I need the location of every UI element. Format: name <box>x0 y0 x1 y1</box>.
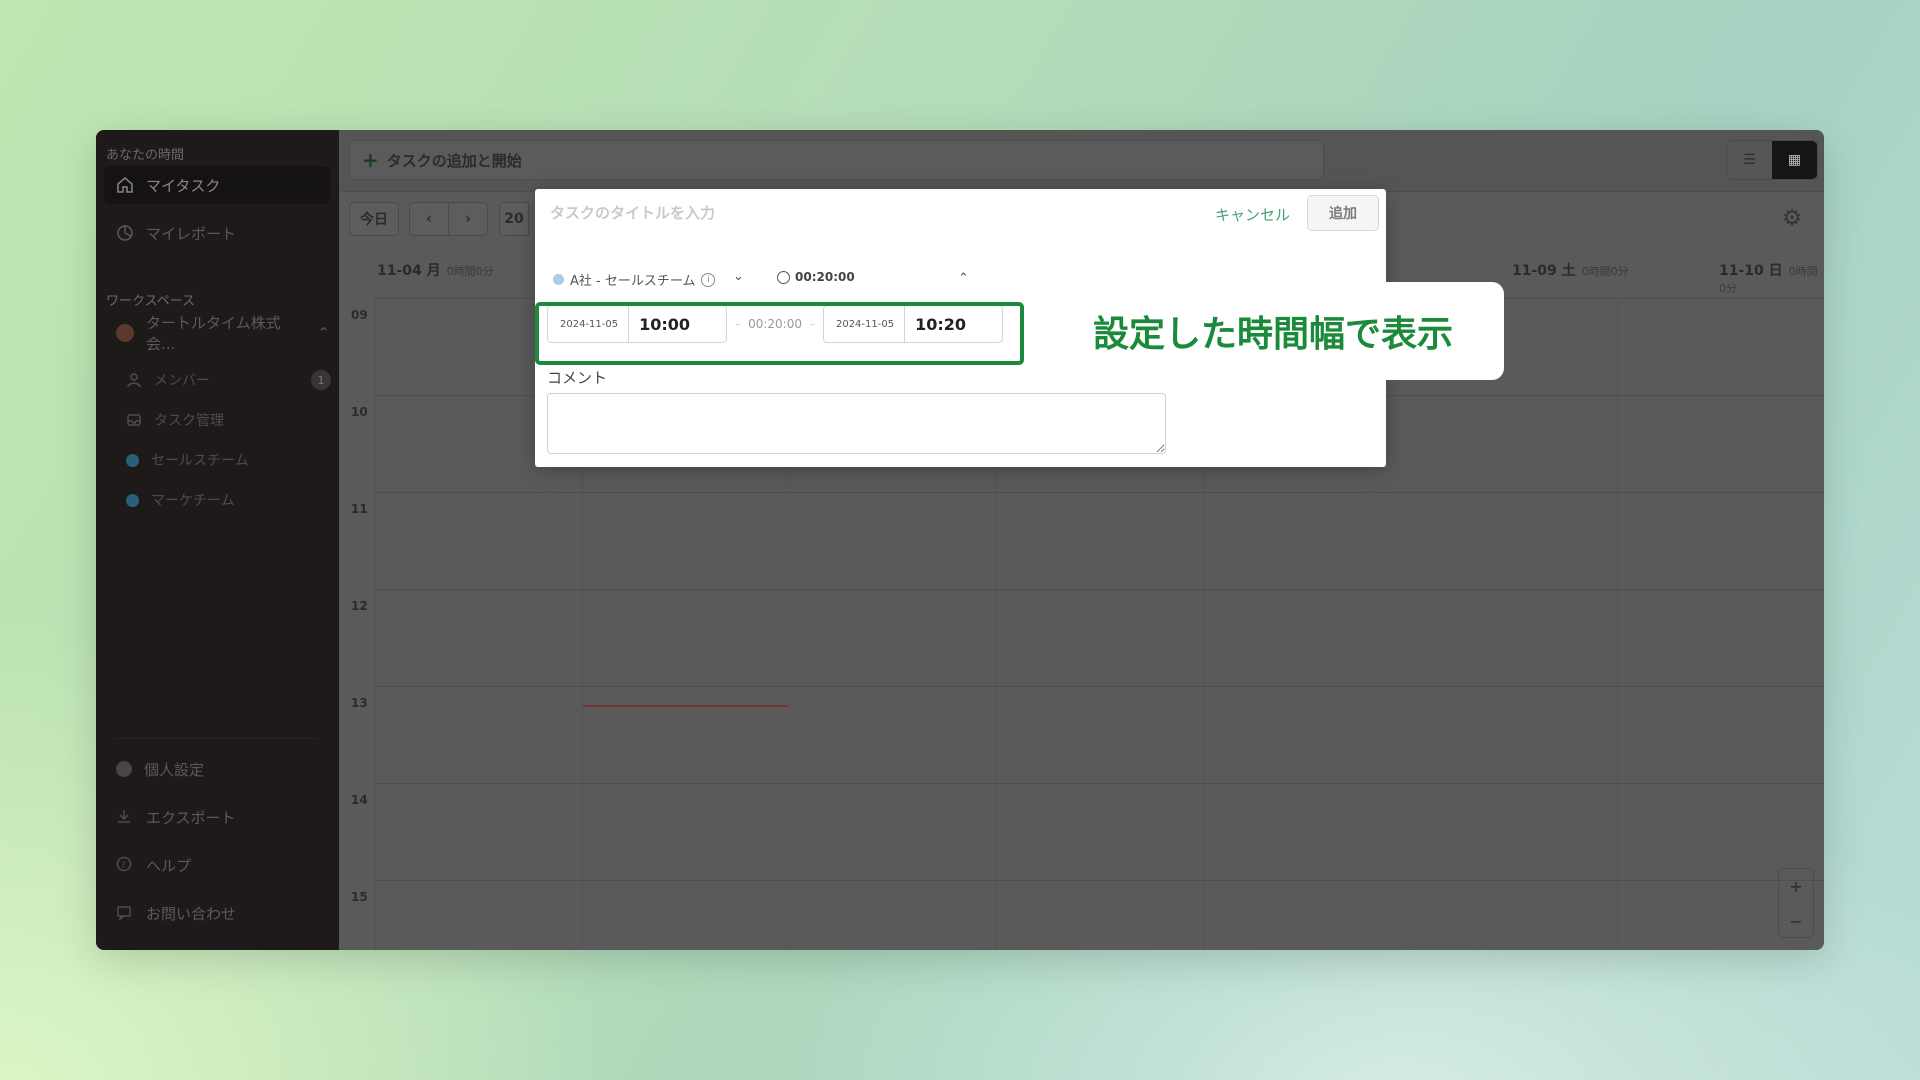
duration-display: 00:20:00 <box>777 270 855 284</box>
sidebar-item-label: お問い合わせ <box>146 904 237 923</box>
sidebar-item-team-sales[interactable]: セールスチーム <box>126 450 249 470</box>
topbar: + タスクの追加と開始 ☰ ▦ <box>339 130 1824 192</box>
hour-label: 14 <box>351 793 368 807</box>
sidebar-item-members[interactable]: メンバー 1 <box>126 370 331 390</box>
day-date: 11-10 日 <box>1719 263 1783 279</box>
sidebar-item-label: 個人設定 <box>144 760 205 779</box>
duration-value: 00:20:00 <box>795 270 855 284</box>
comment-textarea[interactable] <box>547 393 1166 454</box>
callout-annotation: 設定した時間幅で表示 <box>1042 282 1504 380</box>
your-time-label: あなたの時間 <box>106 148 185 163</box>
hour-label: 10 <box>351 405 368 419</box>
sidebar-item-label: タスク管理 <box>154 413 224 429</box>
list-view-icon[interactable]: ☰ <box>1727 141 1772 179</box>
sidebar-item-label: マイタスク <box>146 176 221 195</box>
workspace-name: タートルタイム株式会... <box>145 314 281 353</box>
members-count-badge: 1 <box>311 370 331 390</box>
hour-label: 13 <box>351 696 368 710</box>
workspace-label: ワークスペース <box>106 294 196 309</box>
grid-line <box>375 783 1824 784</box>
plus-icon: + <box>362 148 379 172</box>
sidebar-item-contact[interactable]: お問い合わせ <box>104 894 330 932</box>
calendar-view-icon[interactable]: ▦ <box>1772 141 1817 179</box>
message-icon <box>116 904 134 922</box>
prev-button[interactable]: ‹ <box>409 202 449 236</box>
team-color-icon <box>553 274 564 285</box>
sidebar-item-export[interactable]: エクスポート <box>104 798 330 836</box>
team-icon <box>126 493 139 507</box>
sidebar-item-label: エクスポート <box>146 808 236 827</box>
date-range-button[interactable]: 20 <box>499 202 529 236</box>
zoom-out-button[interactable]: − <box>1779 904 1813 939</box>
hour-label: 12 <box>351 599 368 613</box>
day-total: 0時間0分 <box>1581 265 1629 278</box>
help-icon: ? <box>116 856 134 874</box>
team-icon <box>126 453 139 467</box>
report-icon <box>116 224 134 242</box>
sidebar-item-my-tasks[interactable]: マイタスク <box>104 166 330 204</box>
gear-icon[interactable]: ⚙ <box>1782 206 1802 231</box>
sidebar-item-my-report[interactable]: マイレポート <box>104 214 330 252</box>
grid-line <box>375 492 1824 493</box>
sidebar-divider <box>116 738 316 739</box>
today-button[interactable]: 今日 <box>349 202 399 236</box>
day-header: 11-04 月 0時間0分 <box>377 260 494 280</box>
hour-label: 09 <box>351 308 368 322</box>
zoom-in-button[interactable]: + <box>1779 869 1813 904</box>
current-time-line <box>583 705 788 707</box>
sidebar-item-label: セールスチーム <box>151 453 249 469</box>
add-task-label: タスクの追加と開始 <box>386 151 522 170</box>
sidebar-item-label: マーケチーム <box>151 493 235 509</box>
sidebar-item-task-management[interactable]: タスク管理 <box>126 410 224 430</box>
user-icon <box>126 372 142 388</box>
sidebar: あなたの時間 マイタスク マイレポート ワークスペース タートルタイム株式会..… <box>96 130 339 950</box>
zoom-controls: + − <box>1778 868 1814 938</box>
team-selector[interactable]: A社 - セールスチーム i <box>553 270 716 289</box>
grid-line <box>375 880 1824 881</box>
team-name: A社 - セールスチーム <box>570 274 696 289</box>
sidebar-item-label: ヘルプ <box>146 856 192 875</box>
sidebar-item-label: メンバー <box>154 373 210 389</box>
grid-line <box>375 686 1824 687</box>
download-icon <box>116 808 134 826</box>
account-icon <box>116 761 132 777</box>
chevron-up-icon: ⌃ <box>317 324 330 342</box>
comment-label: コメント <box>547 369 608 387</box>
day-header: 11-09 土 0時間0分 <box>1512 260 1629 280</box>
cancel-button[interactable]: キャンセル <box>1215 204 1290 225</box>
day-total: 0時間0分 <box>446 265 494 278</box>
chevron-up-icon[interactable]: ⌃ <box>958 271 969 286</box>
inbox-icon <box>126 412 142 428</box>
day-date: 11-04 月 <box>377 263 441 279</box>
highlight-box <box>535 302 1024 365</box>
add-task-input[interactable]: + タスクの追加と開始 <box>349 140 1324 180</box>
day-header: 11-10 日 0時間0分 <box>1719 260 1824 296</box>
task-title-input[interactable]: タスクのタイトルを入力 <box>550 202 715 223</box>
hour-label: 11 <box>351 502 368 516</box>
add-button[interactable]: 追加 <box>1307 195 1379 231</box>
grid-line <box>375 589 1824 590</box>
sidebar-item-personal-settings[interactable]: 個人設定 <box>104 750 330 788</box>
next-button[interactable]: › <box>448 202 488 236</box>
info-icon: i <box>701 272 716 287</box>
chevron-down-icon[interactable]: ⌄ <box>733 269 744 284</box>
sidebar-item-label: マイレポート <box>146 224 237 243</box>
hour-label: 15 <box>351 890 368 904</box>
svg-text:?: ? <box>121 861 126 871</box>
workspace-selector[interactable]: タートルタイム株式会... ⌃ <box>104 314 330 353</box>
workspace-logo-icon <box>116 324 134 342</box>
clock-icon <box>777 270 790 284</box>
home-icon <box>116 176 134 194</box>
day-date: 11-09 土 <box>1512 263 1576 279</box>
sidebar-item-team-marketing[interactable]: マーケチーム <box>126 490 235 510</box>
view-toggle: ☰ ▦ <box>1726 140 1818 180</box>
sidebar-item-help[interactable]: ? ヘルプ <box>104 846 330 884</box>
